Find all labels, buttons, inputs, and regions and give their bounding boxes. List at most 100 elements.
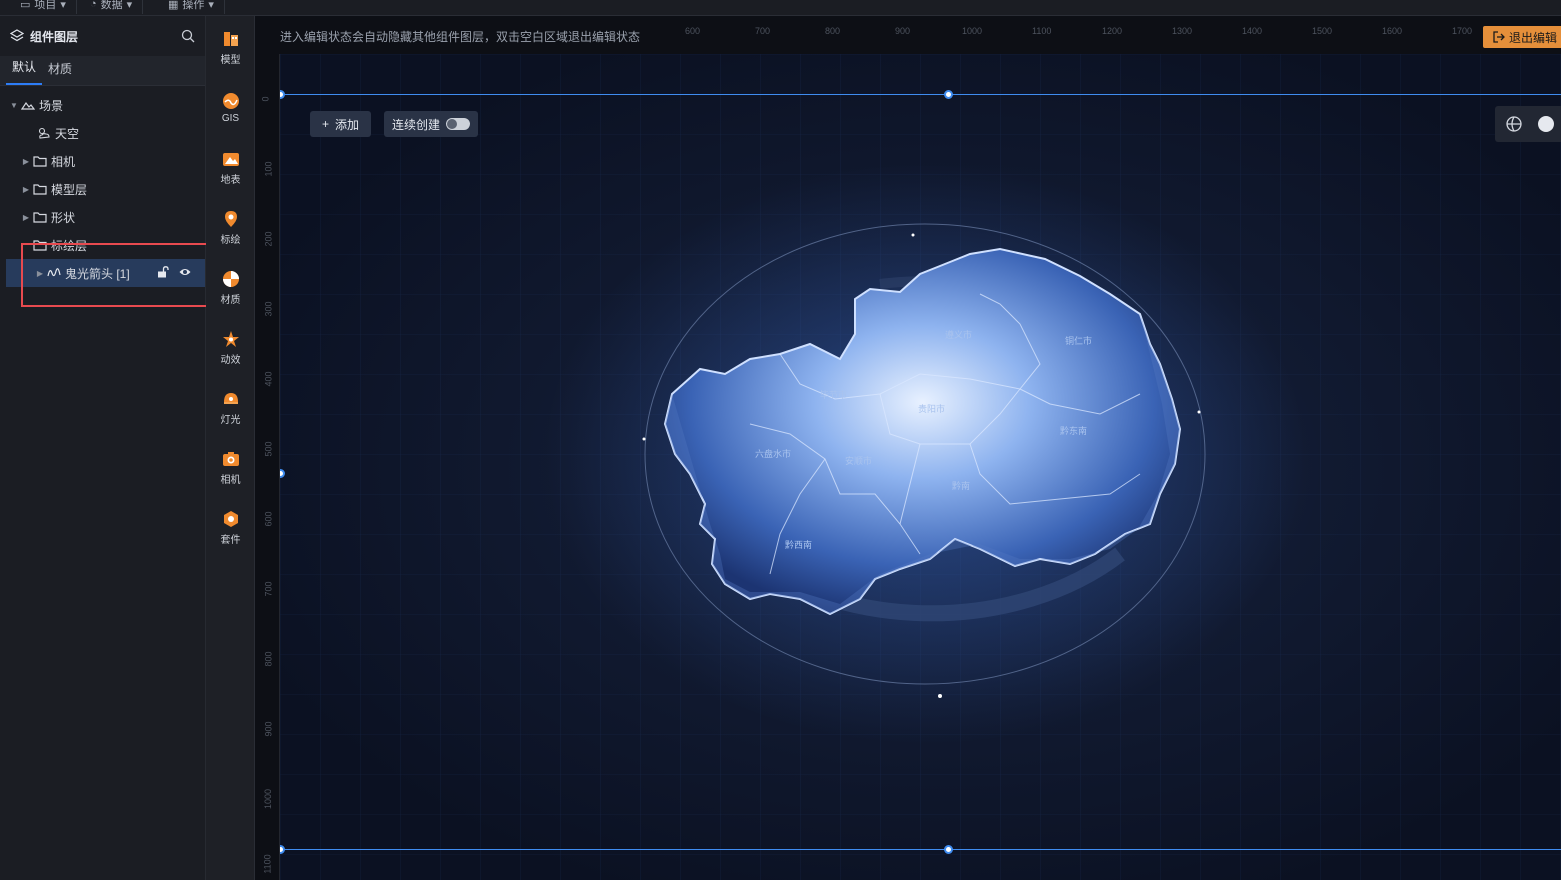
- tool-material[interactable]: 材质: [206, 262, 255, 314]
- city-label-qiandongnan: 黔东南: [1060, 425, 1087, 436]
- caret-right-icon[interactable]: ▶: [20, 157, 32, 166]
- tool-kit[interactable]: 套件: [206, 502, 255, 554]
- folder-icon: [32, 210, 48, 224]
- tab-default[interactable]: 默认: [6, 58, 43, 85]
- folder-icon: [32, 154, 48, 168]
- mountain-icon: [20, 98, 36, 112]
- ruler-tick: 200: [263, 231, 274, 247]
- tree-item-selected-arrow[interactable]: ▶ 鬼光箭头 [1]: [6, 259, 205, 287]
- add-button[interactable]: + 添加: [310, 111, 372, 137]
- unlock-icon[interactable]: [157, 265, 169, 281]
- camera-icon: [222, 450, 240, 468]
- ruler-tick: 900: [895, 26, 911, 36]
- tool-effect[interactable]: 动效: [206, 322, 255, 374]
- ruler-tick: 1000: [263, 788, 274, 810]
- ruler-tick: 700: [263, 581, 274, 597]
- globe-view-icon[interactable]: [1505, 115, 1523, 133]
- map-pin-icon: [222, 210, 240, 228]
- tab-material[interactable]: 材质: [42, 60, 78, 85]
- ruler-tick: 600: [263, 511, 274, 527]
- ruler-tick: 1300: [1172, 26, 1193, 36]
- city-label-qianxinan: 黔西南: [785, 539, 812, 550]
- caret-right-icon[interactable]: ▶: [34, 269, 46, 278]
- resize-handle[interactable]: [944, 845, 953, 854]
- ruler-tick: 600: [685, 26, 701, 36]
- sphere-icon[interactable]: [1537, 115, 1555, 133]
- ruler-tick: 1500: [1312, 26, 1333, 36]
- menu-project[interactable]: ▭ 项目 ▾: [10, 0, 77, 14]
- ruler-tick: 700: [755, 26, 771, 36]
- folder-icon: [32, 182, 48, 196]
- weather-icon: [36, 126, 52, 140]
- menu-data[interactable]: ◔ 数据 ▾: [80, 0, 144, 14]
- city-label-qiannan: 黔南: [952, 480, 970, 491]
- terrain-icon: [222, 150, 240, 168]
- tool-terrain[interactable]: 地表: [206, 142, 255, 194]
- layers-icon: [10, 29, 24, 42]
- ruler-tick: 800: [263, 651, 274, 667]
- view-controls: [1495, 106, 1561, 142]
- plus-icon: +: [322, 117, 330, 131]
- lamp-icon: [222, 390, 240, 408]
- search-icon[interactable]: [181, 29, 195, 43]
- exit-icon: [1493, 31, 1505, 43]
- tool-light[interactable]: 灯光: [206, 382, 255, 434]
- scene-viewport[interactable]: 遵义市 铜仁市 毕节市 贵阳市 黔东南 六盘水市 安顺市 黔南 黔西南 + 添加…: [280, 54, 1561, 880]
- layer-tabs: 默认 材质: [0, 56, 205, 86]
- material-ball-icon: [222, 270, 240, 288]
- selection-top-line: [280, 94, 1561, 95]
- exit-edit-button[interactable]: 退出编辑: [1482, 26, 1561, 48]
- globe-icon: [222, 92, 240, 110]
- caret-right-icon[interactable]: ▶: [20, 185, 32, 194]
- ruler-tick: 1400: [1242, 26, 1263, 36]
- toggle-switch[interactable]: [446, 118, 471, 130]
- tree-item-camera[interactable]: ▶ 相机: [0, 147, 205, 175]
- caret-down-icon[interactable]: ▼: [8, 101, 20, 110]
- wave-icon: [46, 266, 62, 280]
- ruler-tick: 1700: [1452, 26, 1473, 36]
- tree-item-scene[interactable]: ▼ 场景: [0, 91, 205, 119]
- tool-camera[interactable]: 相机: [206, 442, 255, 494]
- city-label-tongren: 铜仁市: [1065, 335, 1092, 346]
- ruler-tick: 1100: [1032, 26, 1052, 36]
- ruler-tick: 300: [263, 301, 274, 317]
- city-label-zunyi: 遵义市: [945, 329, 972, 340]
- tool-model[interactable]: 模型: [206, 22, 255, 74]
- tool-plot[interactable]: 标绘: [206, 202, 255, 254]
- tree-item-sky[interactable]: 天空: [0, 119, 205, 147]
- layer-tree: ▼ 场景 天空 ▶ 相机 ▶ 模型层 ▶ 形状 标绘层 ▶ 鬼光箭头 [1]: [0, 86, 205, 287]
- tree-item-shape[interactable]: ▶ 形状: [0, 203, 205, 231]
- continuous-create-toggle[interactable]: 连续创建: [384, 111, 479, 137]
- edit-mode-hint: 进入编辑状态会自动隐藏其他组件图层，双击空白区域退出编辑状态: [280, 30, 641, 44]
- ruler-tick: 1100: [262, 854, 273, 874]
- ruler-tick: 1200: [1102, 26, 1123, 36]
- layer-panel-header: 组件图层: [0, 16, 205, 56]
- ruler-tick: 1600: [1382, 26, 1403, 36]
- panel-title: 组件图层: [30, 29, 79, 44]
- city-label-bijie: 毕节市: [820, 389, 847, 400]
- eye-icon[interactable]: [179, 266, 191, 281]
- layer-panel: 组件图层 默认 材质 ▼ 场景 天空 ▶ 相机 ▶ 模型层 ▶ 形状 标绘层 ▶…: [0, 16, 209, 880]
- tree-item-model-layer[interactable]: ▶ 模型层: [0, 175, 205, 203]
- model-icon: [222, 30, 240, 48]
- ruler-tick: 0: [260, 96, 271, 102]
- component-toolbar: 模型 GIS 地表 标绘 材质 动效 灯光 相机 套件: [206, 16, 255, 880]
- ruler-tick: 800: [825, 26, 841, 36]
- menu-operation[interactable]: ▦ 操作 ▾: [158, 0, 225, 14]
- resize-handle[interactable]: [944, 90, 953, 99]
- tool-gis[interactable]: GIS: [206, 82, 255, 134]
- selection-bottom-line: [280, 849, 1561, 850]
- editor-canvas: 600 700 800 900 1000 1100 1200 1300 1400…: [255, 16, 1561, 880]
- tree-label: 模型层: [51, 182, 88, 197]
- tree-label: 场景: [39, 98, 64, 113]
- ruler-tick: 1000: [962, 26, 983, 36]
- kit-icon: [222, 510, 240, 528]
- guizhou-map[interactable]: 遵义市 铜仁市 毕节市 贵阳市 黔东南 六盘水市 安顺市 黔南 黔西南: [280, 54, 1561, 880]
- ruler-vertical: 0 100 200 300 400 500 600 700 800 900 10…: [255, 54, 280, 880]
- caret-right-icon[interactable]: ▶: [20, 213, 32, 222]
- top-menu-bar: ▭ 项目 ▾ ◔ 数据 ▾ ▦ 操作 ▾: [0, 0, 1561, 16]
- tree-item-plot-layer[interactable]: 标绘层: [0, 231, 205, 259]
- ruler-tick: 100: [263, 161, 274, 177]
- city-label-liupanshui: 六盘水市: [755, 448, 791, 459]
- city-label-guiyang: 贵阳市: [918, 403, 945, 414]
